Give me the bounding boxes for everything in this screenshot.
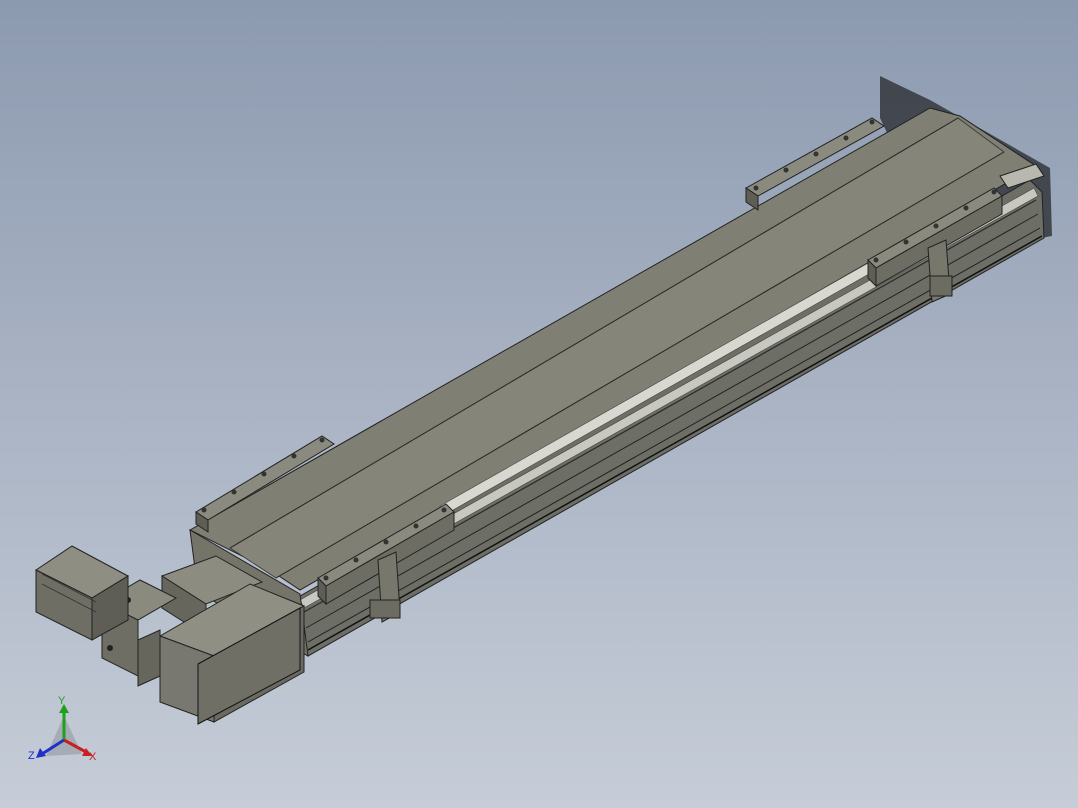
mount-hole — [323, 575, 329, 581]
mount-hole — [441, 507, 447, 513]
mount-hole — [873, 257, 879, 263]
mount-hole — [991, 189, 997, 195]
mount-hole — [383, 539, 389, 545]
mount-hole — [813, 151, 819, 157]
sensor-bracket-clip — [369, 599, 401, 619]
mount-hole — [933, 223, 939, 229]
mount-hole — [291, 453, 297, 459]
cover-edge-line — [275, 151, 1005, 579]
mount-hole — [353, 557, 359, 563]
z-axis-label: Z — [28, 750, 35, 762]
y-axis-label: Y — [58, 695, 66, 707]
coordinate-triad: Y X Z — [26, 696, 106, 768]
mount-hole — [903, 239, 909, 245]
mount-hole — [753, 185, 759, 191]
sensor-bracket-clip — [929, 275, 953, 297]
mount-hole — [869, 119, 875, 125]
mount-hole — [231, 489, 237, 495]
flange-hole — [107, 645, 113, 651]
mount-hole — [261, 471, 267, 477]
x-axis-label: X — [89, 751, 97, 763]
mount-hole — [201, 507, 207, 513]
graphics-viewport[interactable]: Y X Z — [0, 0, 1078, 808]
mount-hole — [413, 523, 419, 529]
mount-hole — [963, 205, 969, 211]
mount-hole — [319, 437, 325, 443]
mount-hole — [783, 167, 789, 173]
mount-hole — [843, 135, 849, 141]
linear-actuator-model[interactable] — [0, 0, 1078, 808]
top-cover-center — [229, 117, 1005, 579]
shaft-connector — [137, 629, 161, 687]
